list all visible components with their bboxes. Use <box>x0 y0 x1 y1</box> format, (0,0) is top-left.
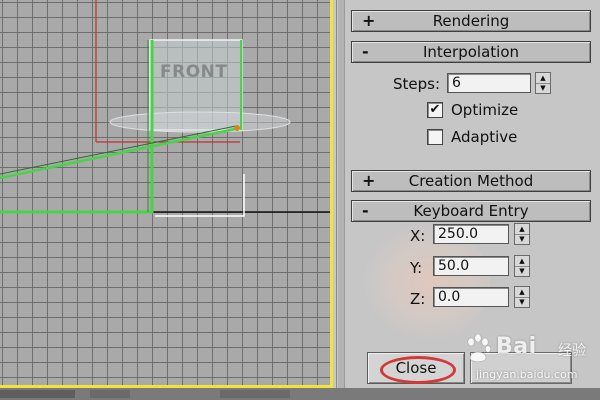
z-label: Z: <box>410 290 426 308</box>
steps-spinner[interactable]: ▲ ▼ <box>535 72 551 94</box>
viewport-scene <box>0 0 333 217</box>
secondary-button[interactable] <box>470 352 572 384</box>
y-input[interactable]: 50.0 <box>433 256 509 276</box>
selection-bracket <box>155 174 245 217</box>
command-panel: + Rendering - Interpolation Steps: 6 ▲ ▼… <box>336 0 600 388</box>
rollout-title: Creation Method <box>408 172 534 190</box>
y-label: Y: <box>410 259 423 277</box>
status-strip-segment <box>220 390 290 398</box>
rollout-creation-method[interactable]: + Creation Method <box>351 170 591 192</box>
spline-diagonal-shadow <box>0 125 237 175</box>
x-spinner[interactable]: ▲ ▼ <box>514 223 530 245</box>
spinner-down-icon[interactable]: ▼ <box>515 266 529 276</box>
steps-input[interactable]: 6 <box>447 73 531 93</box>
z-spinner[interactable]: ▲ ▼ <box>514 286 530 308</box>
front-label: FRONT <box>160 62 228 82</box>
status-strip-segment <box>90 390 130 398</box>
spline-diagonal <box>0 126 241 180</box>
steps-label: Steps: <box>393 75 441 93</box>
optimize-label: Optimize <box>451 101 519 119</box>
close-button[interactable]: Close <box>367 352 465 384</box>
app-root: FRONT + Rendering - Interpolation Steps:… <box>0 0 600 400</box>
spinner-down-icon[interactable]: ▼ <box>536 83 550 93</box>
viewport-front[interactable]: FRONT <box>0 0 333 388</box>
status-strip-segment <box>0 390 75 398</box>
adaptive-checkbox[interactable] <box>427 129 443 145</box>
rollout-title: Rendering <box>432 12 510 30</box>
spinner-down-icon[interactable]: ▼ <box>515 297 529 307</box>
adaptive-label: Adaptive <box>451 128 518 146</box>
rollout-title: Keyboard Entry <box>413 202 529 220</box>
rollout-rendering[interactable]: + Rendering <box>351 10 591 32</box>
optimize-checkbox[interactable]: ✔ <box>427 102 443 118</box>
x-label: X: <box>410 227 426 245</box>
rollout-interpolation[interactable]: - Interpolation <box>351 41 591 63</box>
status-strip <box>0 388 600 400</box>
rollout-title: Interpolation <box>423 43 519 61</box>
spinner-down-icon[interactable]: ▼ <box>515 234 529 244</box>
x-input[interactable]: 250.0 <box>433 224 509 244</box>
panel-scroll-edge[interactable] <box>338 0 345 388</box>
rollout-keyboard-entry[interactable]: - Keyboard Entry <box>351 200 591 222</box>
z-input[interactable]: 0.0 <box>433 287 509 307</box>
close-button-label: Close <box>395 359 437 377</box>
spline-vertex <box>234 125 240 131</box>
y-spinner[interactable]: ▲ ▼ <box>514 255 530 277</box>
ground-plane <box>109 111 291 133</box>
